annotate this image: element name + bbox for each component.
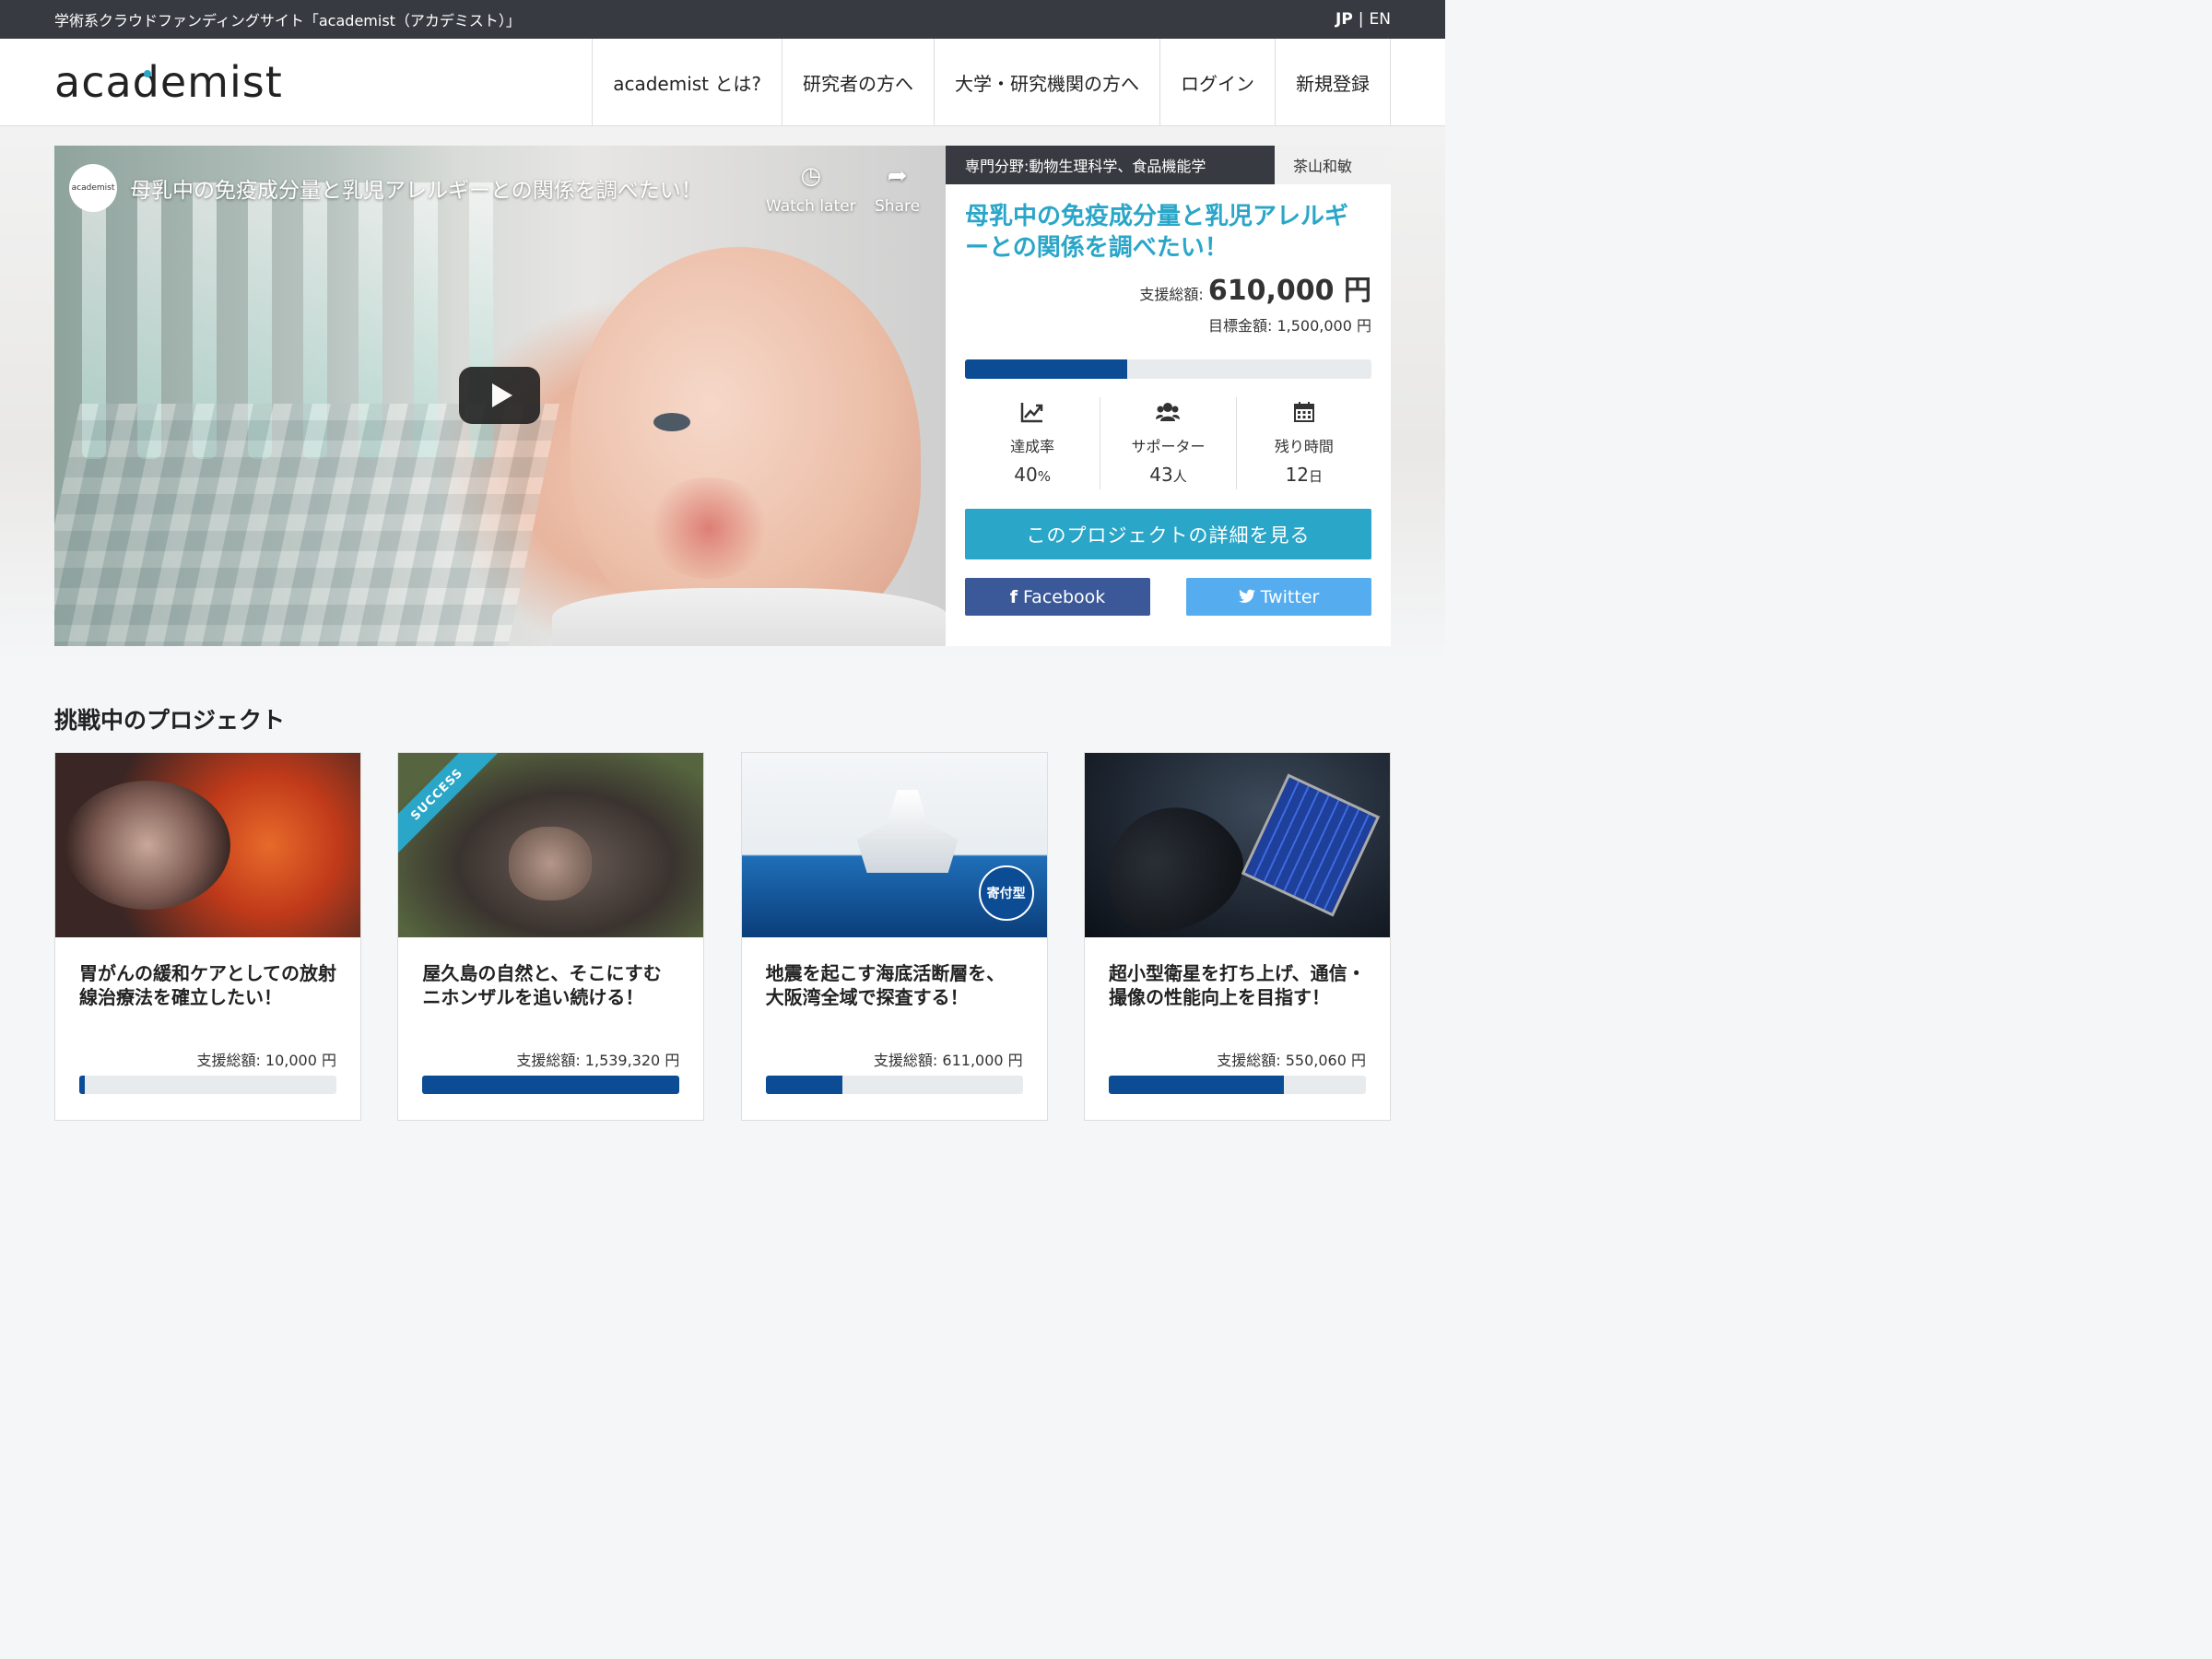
stat-achievement: 達成率 40%	[965, 397, 1101, 489]
top-bar: 学術系クラウドファンディングサイト「academist（アカデミスト）」 JP |…	[0, 0, 1445, 39]
play-icon[interactable]	[459, 367, 540, 424]
main-nav: academist とは? 研究者の方へ 大学・研究機関の方へ ログイン 新規登…	[592, 39, 1391, 125]
nav-for-institutions[interactable]: 大学・研究機関の方へ	[934, 39, 1159, 125]
card-image-stomach	[55, 753, 360, 937]
goal-amount: 目標金額: 1,500,000 円	[1208, 317, 1371, 335]
calendar-icon	[1237, 401, 1371, 427]
watch-later-button[interactable]: ◷ Watch later	[766, 162, 856, 216]
card-progress-bar	[79, 1076, 336, 1094]
project-card[interactable]: 寄付型 地震を起こす海底活断層を、大阪湾全域で探査する！ 支援総額: 611,0…	[740, 752, 1048, 1121]
stat-value: 12	[1285, 464, 1310, 486]
site-logo[interactable]: academist	[54, 39, 283, 125]
stat-value: 40	[1014, 464, 1038, 486]
card-amount: 支援総額: 611,000 円	[873, 1052, 1023, 1069]
donation-badge: 寄付型	[978, 865, 1034, 921]
card-image-monkey: SUCCESS	[398, 753, 704, 937]
stat-label: 達成率	[1010, 438, 1055, 455]
project-detail-button[interactable]: このプロジェクトの詳細を見る	[965, 509, 1371, 559]
card-title[interactable]: 超小型衛星を打ち上げ、通信・撮像の性能向上を目指す！	[1085, 937, 1390, 1035]
baby-image	[571, 247, 921, 643]
project-card[interactable]: 胃がんの緩和ケアとしての放射線治療法を確立したい！ 支援総額: 10,000 円	[54, 752, 361, 1121]
project-title[interactable]: 母乳中の免疫成分量と乳児アレルギーとの関係を調べたい！	[965, 201, 1371, 264]
card-progress-fill	[1108, 1076, 1284, 1094]
project-card[interactable]: 超小型衛星を打ち上げ、通信・撮像の性能向上を目指す！ 支援総額: 550,060…	[1083, 752, 1391, 1121]
twitter-icon	[1238, 587, 1255, 607]
site-tagline: 学術系クラウドファンディングサイト「academist（アカデミスト）」	[54, 12, 521, 29]
video-title-bar: academist 母乳中の免疫成分量と乳児アレルギーとの関係を調べたい！	[69, 164, 702, 212]
facebook-share-button[interactable]: f Facebook	[965, 578, 1150, 616]
nav-login[interactable]: ログイン	[1159, 39, 1275, 125]
facebook-icon: f	[1009, 586, 1018, 607]
card-progress-fill	[422, 1076, 680, 1094]
watch-later-label: Watch later	[766, 197, 856, 216]
stat-label: 残り時間	[1274, 438, 1334, 455]
lang-jp-link[interactable]: JP	[1335, 10, 1353, 29]
card-progress-bar	[1108, 1076, 1366, 1094]
success-ribbon: SUCCESS	[398, 753, 500, 857]
facebook-label: Facebook	[1023, 586, 1106, 607]
card-title[interactable]: 胃がんの緩和ケアとしての放射線治療法を確立したい！	[55, 937, 360, 1035]
stat-unit: %	[1037, 468, 1052, 485]
nav-signup[interactable]: 新規登録	[1275, 39, 1391, 125]
site-header: academist academist とは? 研究者の方へ 大学・研究機関の方…	[0, 39, 1445, 126]
card-progress-fill	[79, 1076, 85, 1094]
progress-fill	[965, 359, 1128, 379]
stat-label: サポーター	[1131, 438, 1206, 455]
card-amount: 支援総額: 10,000 円	[196, 1052, 336, 1069]
channel-avatar[interactable]: academist	[69, 164, 117, 212]
amount-label: 支援総額:	[1139, 286, 1204, 303]
project-card[interactable]: SUCCESS 屋久島の自然と、そこにすむニホンザルを追い続ける！ 支援総額: …	[397, 752, 705, 1121]
twitter-share-button[interactable]: Twitter	[1186, 578, 1371, 616]
well-plate-image	[54, 404, 559, 646]
researcher-name[interactable]: 茶山和敏	[1275, 146, 1391, 184]
stats-row: 達成率 40% サポーター 43人 残り時間 12日	[965, 397, 1371, 489]
lang-separator: |	[1358, 10, 1364, 29]
card-amount: 支援総額: 550,060 円	[1217, 1052, 1366, 1069]
video-title[interactable]: 母乳中の免疫成分量と乳児アレルギーとの関係を調べたい！	[130, 172, 702, 204]
chart-line-icon	[965, 401, 1100, 427]
stat-unit: 日	[1309, 468, 1324, 485]
stat-supporters: サポーター 43人	[1100, 397, 1237, 489]
users-icon	[1100, 401, 1235, 427]
section-title: 挑戦中のプロジェクト	[54, 707, 286, 734]
stat-unit: 人	[1172, 468, 1187, 485]
research-field: 専門分野:動物生理科学、食品機能学	[946, 146, 1275, 184]
nav-for-researchers[interactable]: 研究者の方へ	[782, 39, 934, 125]
nav-about[interactable]: academist とは?	[592, 39, 782, 125]
card-title[interactable]: 地震を起こす海底活断層を、大阪湾全域で探査する！	[742, 937, 1047, 1035]
video-player[interactable]: academist 母乳中の免疫成分量と乳児アレルギーとの関係を調べたい！ ◷ …	[54, 146, 946, 646]
total-support: 支援総額: 610,000 円	[965, 267, 1371, 308]
hero-section: academist 母乳中の免疫成分量と乳児アレルギーとの関係を調べたい！ ◷ …	[0, 126, 1445, 666]
twitter-label: Twitter	[1260, 586, 1320, 607]
card-image-ship: 寄付型	[741, 753, 1047, 937]
project-info-panel: 専門分野:動物生理科学、食品機能学 茶山和敏 母乳中の免疫成分量と乳児アレルギー…	[946, 146, 1391, 646]
share-button[interactable]: ➦ Share	[875, 162, 920, 216]
stat-value: 43	[1149, 464, 1173, 486]
logo-dot	[144, 70, 151, 77]
card-image-satellite	[1084, 753, 1390, 937]
card-title[interactable]: 屋久島の自然と、そこにすむニホンザルを追い続ける！	[398, 937, 703, 1035]
card-progress-fill	[765, 1076, 843, 1094]
language-switcher: JP | EN	[1335, 10, 1391, 29]
stat-remaining: 残り時間 12日	[1237, 397, 1371, 489]
amount-value: 610,000 円	[1207, 275, 1371, 307]
share-arrow-icon: ➦	[887, 162, 908, 190]
card-progress-bar	[422, 1076, 680, 1094]
share-buttons: f Facebook Twitter	[965, 578, 1371, 616]
share-label: Share	[875, 197, 921, 216]
clock-icon: ◷	[800, 162, 822, 190]
card-amount: 支援総額: 1,539,320 円	[516, 1052, 680, 1069]
progress-bar	[965, 359, 1371, 379]
logo-text: academist	[54, 57, 283, 107]
card-progress-bar	[765, 1076, 1023, 1094]
lang-en-link[interactable]: EN	[1370, 10, 1391, 29]
project-cards: 胃がんの緩和ケアとしての放射線治療法を確立したい！ 支援総額: 10,000 円…	[54, 752, 1391, 1121]
